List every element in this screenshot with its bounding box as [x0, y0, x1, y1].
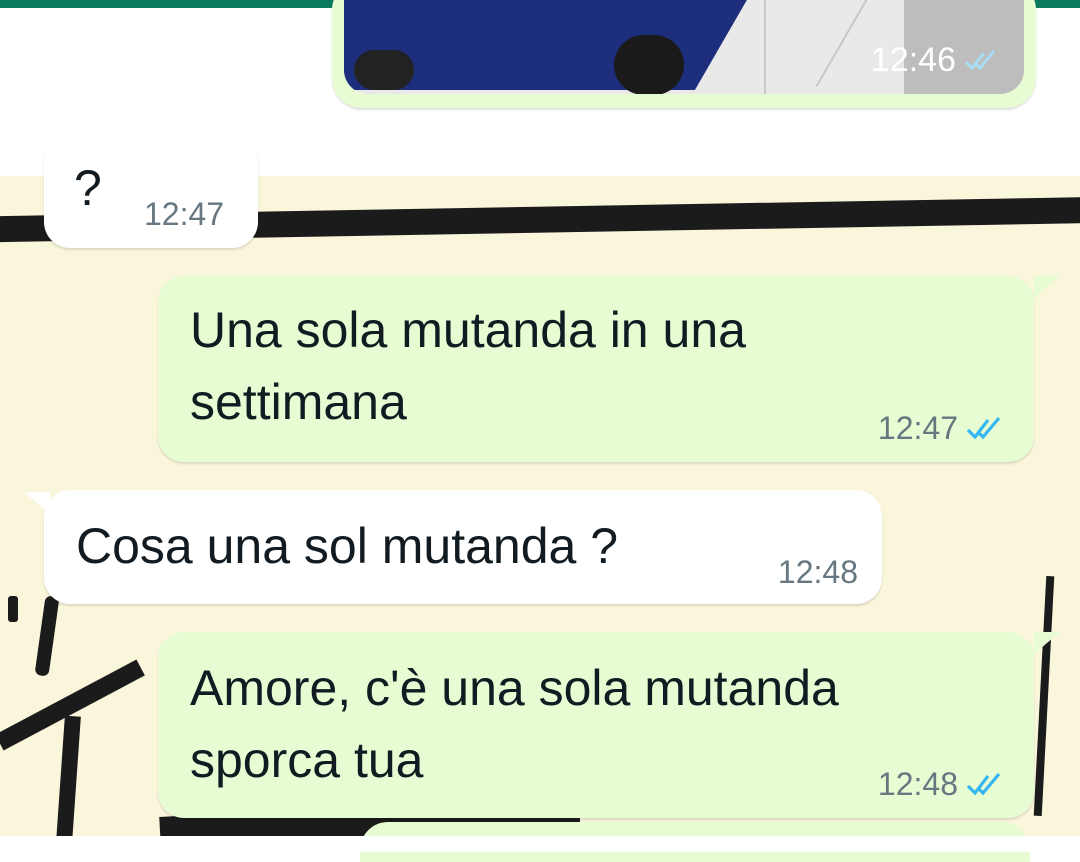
message-text-line: Amore, c'è una sola mutanda	[190, 660, 839, 716]
message-time: 12:48	[877, 766, 958, 802]
wallpaper-stroke	[1033, 575, 1055, 817]
wallpaper-stroke	[55, 715, 81, 836]
message-text-line: settimana	[190, 374, 407, 430]
message-bubble-outgoing[interactable]: Una sola mutanda in una settimana 12:47	[158, 276, 1034, 462]
message-bubble-incoming[interactable]: ? 12:47	[44, 134, 258, 248]
message-bubble-incoming[interactable]: Cosa una sol mutanda ? 12:48	[44, 490, 882, 604]
message-time: 12:47	[144, 196, 224, 233]
message-text-line: sporca tua	[190, 732, 424, 788]
message-meta: 12:48	[878, 766, 1006, 803]
message-time: 12:48	[777, 554, 858, 590]
image-shoe-shape	[614, 35, 684, 94]
message-text-line: Una sola mutanda in una	[190, 302, 746, 358]
bubble-tail	[1034, 632, 1060, 654]
message-image[interactable]: 12:46	[344, 0, 1024, 94]
wallpaper-stroke	[34, 595, 60, 677]
message-time: 12:46	[870, 41, 956, 79]
message-bubble-outgoing[interactable]: Amore, c'è una sola mutanda sporca tua 1…	[158, 632, 1034, 818]
image-tile-line	[764, 0, 766, 94]
message-meta: 12:46	[871, 41, 1000, 80]
double-check-icon	[964, 49, 1000, 73]
message-text: Cosa una sol mutanda ?	[76, 518, 619, 574]
bubble-tail	[1034, 276, 1060, 298]
double-check-icon	[966, 416, 1006, 442]
message-meta: 12:47	[878, 410, 1006, 447]
message-time: 12:47	[877, 410, 958, 446]
message-image-bubble[interactable]: 12:46	[332, 0, 1036, 108]
image-tile-line	[815, 0, 875, 87]
message-time-label: 12:47	[144, 196, 225, 232]
bottom-edge	[0, 836, 1080, 852]
image-shoe-shape	[354, 50, 414, 90]
message-text: ?	[74, 160, 102, 216]
double-check-icon	[966, 772, 1006, 798]
message-meta: 12:48	[778, 554, 858, 591]
wallpaper-stroke	[8, 596, 18, 622]
